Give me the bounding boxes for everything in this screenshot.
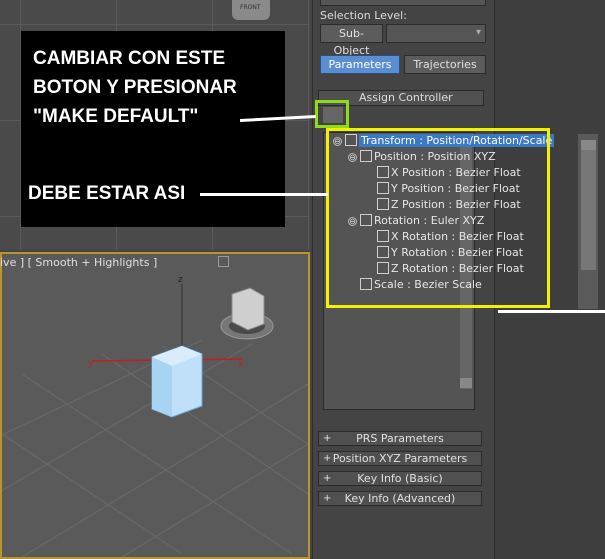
home-icon[interactable]: [218, 256, 229, 267]
svg-text:x: x: [238, 359, 244, 369]
assign-controller-highlight: [315, 100, 349, 128]
scroll-down-arrow[interactable]: [460, 378, 472, 388]
top-dropdown[interactable]: [320, 0, 486, 6]
rollout-key-info-basic[interactable]: + Key Info (Basic): [318, 471, 482, 486]
tree-highlight-frame: [326, 128, 550, 308]
perspective-viewport[interactable]: z y x: [0, 252, 310, 559]
rollout-prs-parameters[interactable]: + PRS Parameters: [318, 431, 482, 446]
annotation-line-4: DEBE ESTAR ASI: [28, 183, 186, 204]
annotation-line-1: CAMBIAR CON ESTE: [33, 48, 226, 69]
assign-controller-toggle: -: [445, 91, 449, 104]
rollout-label: Position XYZ Parameters: [332, 452, 468, 465]
sub-object-button[interactable]: Sub-Object: [320, 24, 383, 57]
viewport-label[interactable]: ive ] [ Smooth + Highlights ]: [0, 256, 157, 269]
grid-line: [308, 0, 309, 250]
selection-level-label: Selection Level:: [320, 9, 407, 22]
annotation-arrow-2: [200, 193, 328, 196]
rollout-key-info-advanced[interactable]: + Key Info (Advanced): [318, 491, 482, 506]
grid-line: [0, 24, 310, 25]
rollout-position-xyz-parameters[interactable]: + Position XYZ Parameters: [318, 451, 482, 466]
rollout-label: PRS Parameters: [356, 432, 444, 445]
axis-z-label: z: [178, 275, 183, 285]
tree-scrollbar-thumb[interactable]: [581, 150, 596, 270]
chevron-down-icon: ▾: [475, 27, 481, 38]
annotation-line-2: BOTON Y PRESIONAR: [33, 77, 237, 98]
svg-text:y: y: [88, 359, 94, 369]
annotation-line-3: "MAKE DEFAULT": [33, 106, 199, 127]
rollout-label: Key Info (Basic): [357, 472, 443, 485]
rollout-label: Key Info (Advanced): [344, 492, 456, 505]
assign-controller-title: Assign Controller: [359, 91, 453, 104]
trajectories-button[interactable]: Trajectories: [404, 55, 486, 74]
viewport-scene: z y x: [2, 275, 308, 557]
viewcube-top[interactable]: FRONT: [232, 0, 270, 20]
sub-object-dropdown[interactable]: ▾: [386, 24, 486, 43]
annotation-arrow-3: [498, 310, 605, 313]
viewcube-top-label: FRONT: [240, 4, 261, 11]
scroll-up-arrow[interactable]: [581, 140, 596, 150]
parameters-button[interactable]: Parameters: [320, 55, 400, 74]
